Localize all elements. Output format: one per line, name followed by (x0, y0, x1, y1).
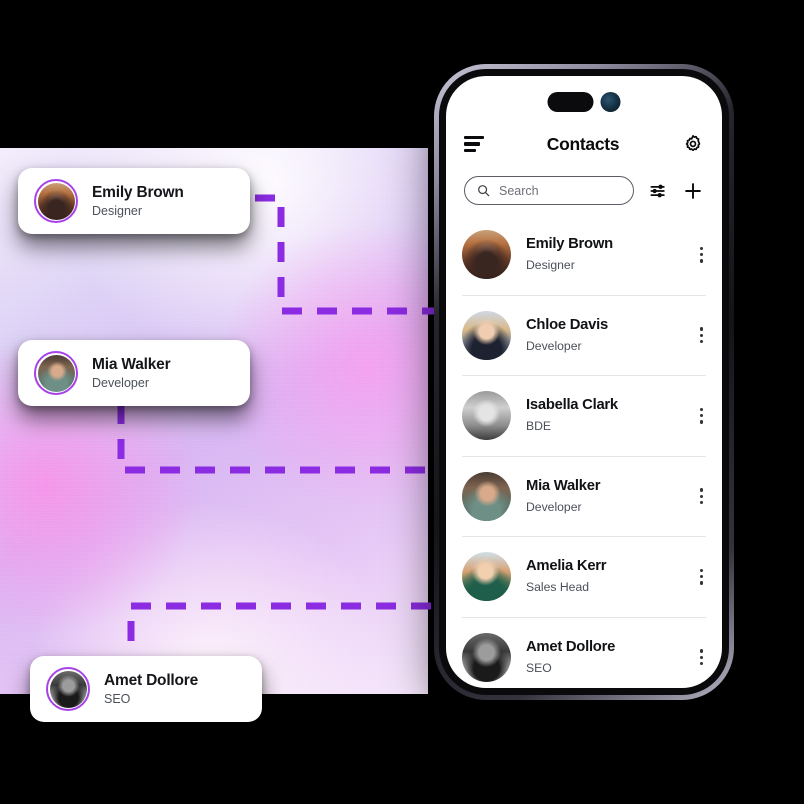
contact-role: Designer (92, 203, 143, 218)
contact-list-item[interactable]: Emily Brown Designer (462, 215, 706, 296)
connector-emily (255, 194, 438, 315)
contact-name: Chloe Davis (526, 316, 608, 333)
avatar-photo (49, 670, 87, 708)
scene-root: Emily Brown Designer Mia Walker Develope… (0, 0, 804, 804)
search-input[interactable]: Search (464, 176, 634, 205)
contact-role: BDE (526, 419, 552, 434)
gear-icon[interactable] (682, 133, 704, 155)
kebab-menu-icon[interactable] (697, 323, 706, 347)
phone-mockup: Contacts Search Emily Brown Designer Chl… (434, 64, 734, 700)
avatar (34, 351, 78, 395)
contact-role: SEO (526, 660, 552, 675)
avatar-photo (462, 632, 511, 682)
avatar-photo (462, 310, 511, 360)
contact-name: Mia Walker (526, 477, 601, 494)
contact-role: Developer (526, 499, 582, 514)
app-header: Contacts (446, 126, 722, 162)
avatar-photo (37, 182, 75, 220)
floating-contact-card-emily[interactable]: Emily Brown Designer (18, 168, 250, 234)
avatar-photo (462, 471, 511, 521)
avatar (462, 391, 511, 441)
contact-list-item[interactable]: Chloe Davis Developer (462, 296, 706, 376)
avatar-photo (462, 552, 511, 602)
phone-screen: Contacts Search Emily Brown Designer Chl… (446, 76, 722, 688)
contact-list-item[interactable]: Isabella Clark BDE (462, 376, 706, 457)
card-text: Mia Walker Developer (92, 355, 171, 392)
avatar (46, 667, 90, 711)
search-row: Search (446, 176, 722, 205)
search-placeholder: Search (499, 183, 539, 198)
avatar-photo (462, 391, 511, 441)
contact-text: Amet Dollore SEO (526, 638, 697, 677)
card-text: Emily Brown Designer (92, 183, 184, 220)
page-title: Contacts (546, 133, 620, 154)
contact-text: Emily Brown Designer (526, 235, 697, 274)
contact-name: Isabella Clark (526, 397, 618, 414)
contact-text: Amelia Kerr Sales Head (526, 557, 697, 596)
contact-name: Amelia Kerr (526, 558, 607, 575)
avatar-photo (462, 230, 511, 280)
contact-text: Mia Walker Developer (526, 477, 697, 516)
contact-list-item[interactable]: Amet Dollore SEO (462, 618, 706, 689)
contact-role: Developer (92, 375, 149, 390)
floating-contact-card-amet[interactable]: Amet Dollore SEO (30, 656, 262, 722)
kebab-menu-icon[interactable] (697, 645, 706, 669)
connector-mia (117, 404, 438, 474)
kebab-menu-icon[interactable] (697, 404, 706, 428)
kebab-menu-icon[interactable] (697, 565, 706, 589)
front-camera-icon (600, 92, 621, 112)
kebab-menu-icon[interactable] (697, 484, 706, 508)
avatar (462, 310, 511, 360)
avatar (34, 179, 78, 223)
avatar (462, 230, 511, 280)
floating-contact-card-mia[interactable]: Mia Walker Developer (18, 340, 250, 406)
contact-name: Emily Brown (526, 236, 613, 253)
contact-role: Designer (526, 258, 575, 273)
dynamic-island-pill (547, 92, 594, 112)
contact-list[interactable]: Emily Brown Designer Chloe Davis Develop… (446, 215, 722, 688)
contact-name: Mia Walker (92, 355, 171, 373)
contact-name: Amet Dollore (104, 671, 199, 689)
avatar-photo (37, 354, 75, 392)
contact-text: Chloe Davis Developer (526, 316, 697, 355)
hamburger-menu-icon[interactable] (464, 135, 484, 153)
avatar (462, 552, 511, 602)
plus-icon[interactable] (682, 180, 704, 202)
filter-sliders-icon[interactable] (648, 181, 668, 201)
avatar (462, 632, 511, 682)
contact-role: Developer (526, 338, 582, 353)
avatar (462, 471, 511, 521)
contact-text: Isabella Clark BDE (526, 396, 697, 435)
card-text: Amet Dollore SEO (104, 671, 198, 708)
dynamic-island (547, 92, 621, 112)
contact-list-item[interactable]: Mia Walker Developer (462, 457, 706, 537)
kebab-menu-icon[interactable] (697, 243, 706, 267)
contact-name: Emily Brown (92, 183, 184, 201)
search-icon (478, 185, 490, 197)
contact-role: SEO (104, 691, 131, 706)
contact-role: Sales Head (526, 580, 590, 595)
contact-name: Amet Dollore (526, 638, 616, 655)
phone-bezel: Contacts Search Emily Brown Designer Chl… (439, 69, 729, 695)
contact-list-item[interactable]: Amelia Kerr Sales Head (462, 537, 706, 618)
